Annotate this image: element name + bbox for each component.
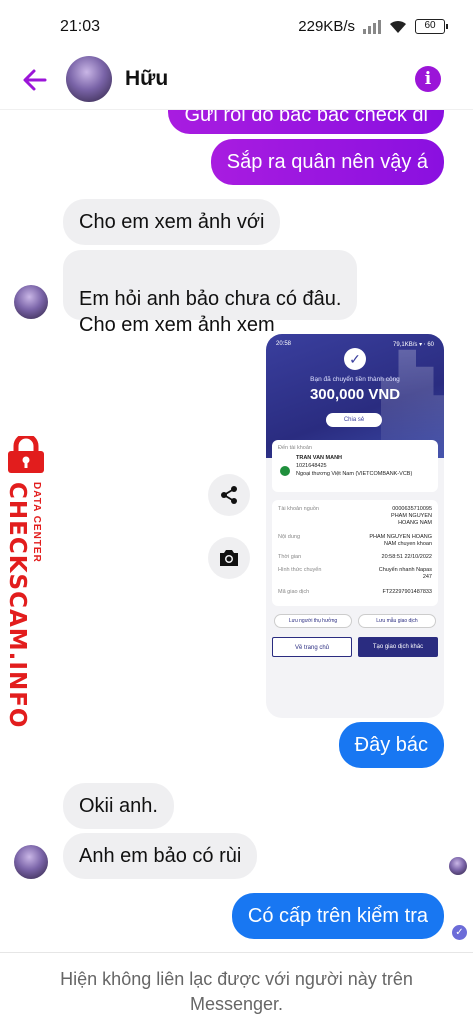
sender-avatar[interactable] [14, 285, 48, 319]
message-text: Sắp ra quân nên vậy á [226, 151, 428, 173]
detail-value: 20:58:51 22/10/2022 [381, 554, 432, 560]
camera-icon [220, 550, 238, 566]
new-transaction-button: Tạo giao dịch khác [358, 637, 438, 657]
share-button[interactable] [208, 474, 250, 516]
save-template-label: Lưu mẫu giao dịch [376, 618, 418, 624]
receipt-share-label: Chia sẻ [343, 417, 365, 423]
message-outgoing[interactable]: Có cấp trên kiểm tra [231, 893, 444, 939]
sender-avatar[interactable] [14, 845, 48, 879]
detail-value: PHAM NGUYEN HOANG NAM chuyen khoan [369, 534, 432, 547]
recipient-name: TRAN VAN MANH [296, 455, 343, 461]
save-recipient-pill: Lưu người thụ hưởng [274, 614, 352, 628]
detail-label: Nội dung [278, 534, 301, 540]
detail-value: FT22297901487833 [382, 589, 432, 595]
watermark-brand: CHECKSCAM.INFO [4, 482, 30, 729]
save-recipient-label: Lưu người thụ hưởng [288, 618, 338, 624]
conversation-header: Hữu i [0, 52, 473, 110]
message-outgoing[interactable]: Đây bác [338, 722, 444, 768]
sent-check-icon: ✓ [452, 925, 467, 940]
network-speed: 229KB/s [298, 18, 355, 35]
recipient-heading: Đến tài khoản [278, 445, 312, 451]
status-time: 21:03 [60, 18, 101, 35]
receipt-amount: 300,000 VND [309, 386, 401, 403]
share-icon [221, 486, 237, 504]
transaction-details: Tài khoản nguồn 0000635710095 PHAM NGUYE… [272, 500, 438, 606]
receipt-success-text: Bạn đã chuyển tiền thành công [310, 376, 400, 383]
detail-label: Hình thức chuyển [278, 567, 322, 573]
checkscam-watermark: CHECKSCAM.INFO DATA CENTER [0, 436, 52, 728]
message-text: Em hỏi anh bảo chưa có đâu. Cho em xem ả… [79, 288, 342, 336]
message-incoming[interactable]: Okii anh. [63, 783, 174, 829]
message-text: Okii anh. [79, 795, 158, 817]
bank-logo-icon [280, 466, 290, 476]
save-template-pill: Lưu mẫu giao dịch [358, 614, 436, 628]
recipient-bank: Ngoại thương Việt Nam (VIETCOMBANK-VCB) [296, 471, 413, 477]
wifi-icon [390, 20, 406, 33]
watermark-tagline: DATA CENTER [31, 482, 42, 563]
message-text: Cho em xem ảnh với [79, 211, 265, 233]
new-transaction-label: Tạo giao dịch khác [372, 644, 424, 650]
message-incoming[interactable]: Em hỏi anh bảo chưa có đâu. Cho em xem ả… [63, 250, 358, 336]
home-button-label: Về trang chủ [294, 645, 330, 651]
battery-icon: 60 [415, 19, 448, 34]
status-indicators: 229KB/s 60 [298, 18, 448, 35]
recipient-card: Đến tài khoản TRAN VAN MANH 1021648425 N… [272, 440, 438, 492]
detail-label: Tài khoản nguồn [278, 506, 319, 512]
message-outgoing[interactable]: Sắp ra quân nên vậy á [210, 139, 444, 185]
status-bar: 21:03 229KB/s 60 [0, 0, 473, 52]
info-icon[interactable]: i [415, 66, 441, 92]
detail-label: Thời gian [278, 554, 302, 560]
signal-icon [363, 19, 381, 34]
message-text: Anh em bảo có rùi [79, 845, 242, 867]
battery-level: 60 [424, 20, 436, 31]
success-check-icon: ✓ [344, 348, 366, 370]
detail-value: 0000635710095 PHAM NGUYEN HOANG NAM [391, 506, 432, 526]
receipt-status-indicators: 79,1KB/s ▾ ⋅ 60 [393, 342, 434, 348]
lock-icon [8, 436, 44, 473]
back-arrow-icon[interactable] [20, 65, 50, 95]
message-text: Có cấp trên kiểm tra [247, 905, 428, 927]
contact-name[interactable]: Hữu [125, 67, 168, 91]
contact-avatar[interactable] [66, 56, 112, 102]
detail-value: Chuyển nhanh Napas 247 [378, 567, 432, 580]
shared-receipt-image[interactable]: 20:58 79,1KB/s ▾ ⋅ 60 ✓ Bạn đã chuyển ti… [266, 334, 444, 718]
message-incoming[interactable]: Cho em xem ảnh với [63, 199, 281, 245]
recipient-account: 1021648425 [296, 463, 327, 469]
receipt-status-time: 20:58 [276, 341, 292, 347]
receipt-share-button: Chia sẻ [326, 413, 382, 427]
camera-button[interactable] [208, 537, 250, 579]
home-button: Về trang chủ [272, 637, 352, 657]
seen-avatar [449, 857, 467, 875]
message-incoming[interactable]: Anh em bảo có rùi [63, 833, 258, 879]
unavailable-notice: Hiện không liên lạc được với người này t… [60, 969, 413, 1014]
unavailable-footer: Hiện không liên lạc được với người này t… [0, 952, 473, 1024]
message-text: Đây bác [354, 734, 428, 756]
detail-label: Mã giao dịch [278, 589, 310, 595]
